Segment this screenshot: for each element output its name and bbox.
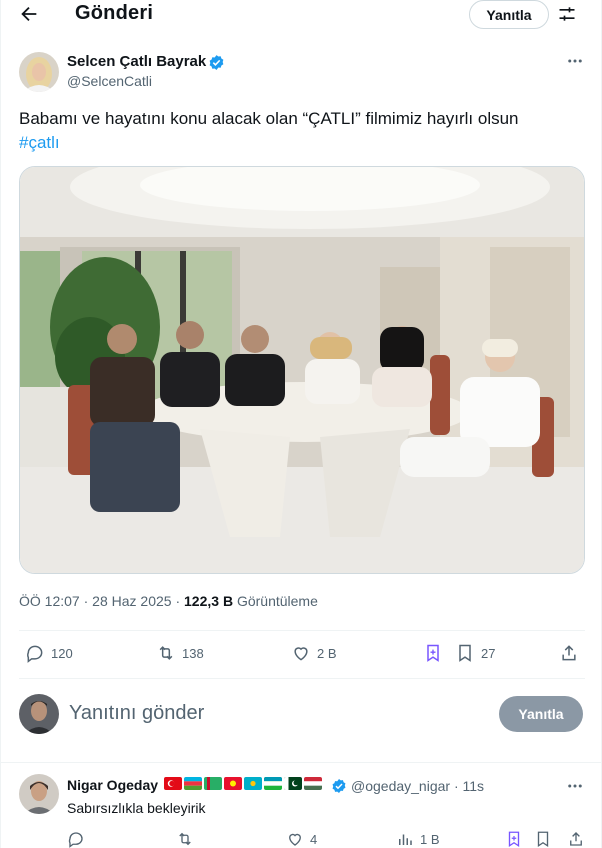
grok-icon — [508, 831, 520, 848]
grok-icon — [427, 644, 439, 662]
reply-bubble-icon — [68, 832, 83, 848]
reply-action[interactable]: 120 — [25, 643, 73, 663]
reply-bubble-icon — [27, 645, 43, 663]
verified-badge-icon — [209, 55, 224, 70]
repost-icon — [179, 832, 191, 846]
grok-action[interactable] — [423, 643, 443, 663]
more-options-icon[interactable] — [566, 52, 584, 70]
repost-action[interactable]: 138 — [156, 643, 204, 663]
view-count: 122,3 B — [184, 593, 234, 609]
bookmark-icon — [459, 644, 471, 662]
post-text: Babamı ve hayatını konu alacak olan “ÇAT… — [19, 107, 579, 155]
post-image[interactable] — [19, 166, 585, 574]
post-meta: ÖÖ 12:07 · 28 Haz 2025 · 122,3 B Görüntü… — [19, 593, 318, 609]
bookmark-count: 27 — [481, 645, 496, 661]
header-reply-button[interactable]: Yanıtla — [469, 0, 549, 29]
heart-icon — [289, 833, 301, 846]
author-name[interactable]: Selcen Çatlı Bayrak — [67, 53, 206, 70]
post-body: Babamı ve hayatını konu alacak olan “ÇAT… — [19, 109, 519, 128]
name-flags — [164, 777, 322, 790]
sliders-icon[interactable] — [557, 4, 577, 24]
top-bar: Gönderi Yanıtla — [1, 0, 602, 30]
page: Gönderi Yanıtla Selcen Çatlı Bayrak @Sel… — [0, 0, 602, 848]
reply-handle-text[interactable]: @ogeday_nigar — [351, 778, 450, 794]
reply-body: Sabırsızlıkla bekleyirik — [67, 800, 206, 816]
reply-bookmark-action[interactable] — [534, 830, 552, 848]
reply-more-options-icon[interactable] — [566, 777, 584, 795]
reply-author-handle: @ogeday_nigar · 11s — [351, 778, 485, 794]
reply-like-action[interactable]: 4 — [286, 830, 317, 848]
flag-kyrgyzstan-icon — [224, 777, 242, 790]
divider — [19, 678, 585, 679]
divider — [19, 630, 585, 631]
reply-reply-action[interactable] — [67, 830, 85, 848]
page-title: Gönderi — [75, 2, 154, 24]
share-icon — [570, 832, 582, 846]
reply-age[interactable]: 11s — [463, 778, 485, 794]
post-time[interactable]: ÖÖ 12:07 — [19, 593, 80, 609]
heart-icon — [294, 647, 308, 661]
flag-azerbaijan-icon — [184, 777, 202, 790]
author-avatar[interactable] — [19, 52, 59, 92]
reply-author-name[interactable]: Nigar Ogeday — [67, 777, 158, 793]
views-chart-icon — [399, 834, 412, 845]
reply-submit-button[interactable]: Yanıtla — [499, 696, 583, 732]
verified-badge-icon — [332, 779, 346, 793]
like-count: 2 B — [317, 645, 337, 661]
reply-repost-action[interactable] — [176, 830, 194, 848]
view-label: Görüntüleme — [236, 593, 318, 609]
reply-author-avatar[interactable] — [19, 774, 59, 814]
repost-count: 138 — [182, 645, 204, 661]
post-date[interactable]: 28 Haz 2025 — [92, 593, 171, 609]
flag-turkey-icon — [164, 777, 182, 790]
reply-input[interactable]: Yanıtını gönder — [69, 702, 204, 725]
share-icon — [562, 645, 576, 661]
reply-count: 120 — [51, 645, 73, 661]
flag-kazakhstan-icon — [244, 777, 262, 790]
reply-view-count: 1 B — [420, 831, 440, 847]
bookmark-icon — [537, 831, 549, 848]
reply-share-action[interactable] — [567, 830, 585, 848]
author-handle[interactable]: @SelcenCatli — [67, 73, 152, 89]
my-avatar[interactable] — [19, 694, 59, 734]
share-action[interactable] — [559, 643, 579, 663]
reply-views-action[interactable]: 1 B — [396, 830, 440, 848]
back-arrow-icon[interactable] — [18, 3, 40, 25]
flag-turkmenistan-icon — [204, 777, 222, 790]
hashtag-link[interactable]: #çatlı — [19, 133, 60, 152]
repost-icon — [159, 646, 173, 660]
flag-uzbekistan-icon — [264, 777, 282, 790]
bookmark-action[interactable]: 27 — [455, 643, 495, 663]
reply-grok-action[interactable] — [505, 830, 523, 848]
divider — [1, 762, 602, 763]
flag-pakistan-icon — [284, 777, 302, 790]
flag-hungary-icon — [304, 777, 322, 790]
reply-like-count: 4 — [310, 831, 318, 847]
like-action[interactable]: 2 B — [291, 643, 337, 663]
